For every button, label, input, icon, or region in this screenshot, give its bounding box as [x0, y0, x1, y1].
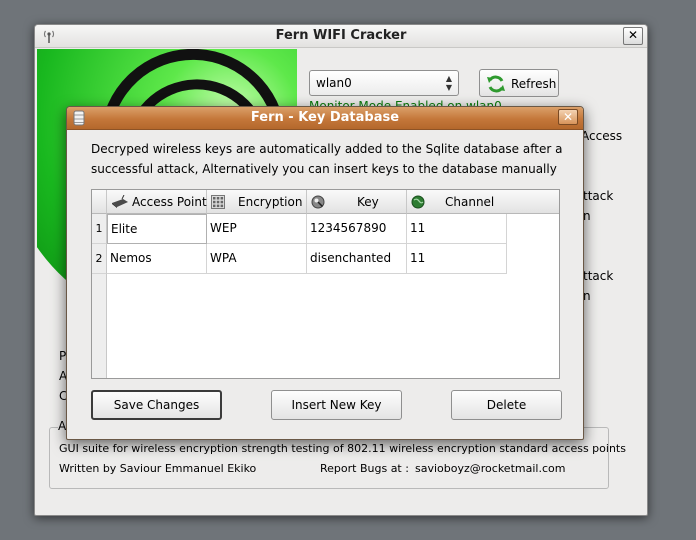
globe-icon	[411, 195, 425, 212]
about-author: Written by Saviour Emmanuel Ekiko	[59, 462, 257, 475]
cell-channel[interactable]: 11	[407, 244, 507, 274]
keys-table[interactable]: Access Point Encryption Key Channel 1 El…	[91, 189, 560, 379]
window-close-button[interactable]: ✕	[623, 27, 643, 45]
row-number[interactable]: 2	[92, 244, 107, 274]
report-bugs-label: Report Bugs at :	[320, 462, 409, 475]
wep-attack-label-partial: ttack	[583, 189, 614, 203]
wpa-attack-label-partial: ttack	[583, 269, 614, 283]
interface-select-value: wlan0	[316, 76, 352, 90]
table-corner[interactable]	[92, 190, 107, 214]
dialog-title: Fern - Key Database	[250, 110, 400, 125]
cell-key[interactable]: 1234567890	[307, 214, 407, 244]
header-filler	[506, 190, 559, 214]
delete-button[interactable]: Delete	[451, 390, 562, 420]
window-title: Fern WIFI Cracker	[275, 28, 407, 43]
column-header-label: Access Point	[132, 195, 207, 209]
column-header-key[interactable]: Key	[307, 190, 407, 214]
select-arrows-icon: ▲ ▼	[445, 74, 452, 92]
save-changes-button[interactable]: Save Changes	[91, 390, 222, 420]
column-header-label: Channel	[445, 195, 495, 209]
dialog-titlebar[interactable]: Fern - Key Database ✕	[67, 107, 583, 130]
about-groupbox-title-partial: A	[58, 419, 67, 433]
wpa-attack-sub-partial: n	[583, 289, 591, 303]
dialog-close-button[interactable]: ✕	[558, 109, 578, 125]
cell-access-point[interactable]: Nemos	[107, 244, 207, 274]
row-number[interactable]: 1	[92, 214, 107, 244]
keypad-icon	[211, 195, 225, 212]
refresh-icon	[486, 74, 506, 97]
column-header-channel[interactable]: Channel	[407, 190, 507, 214]
cell-encryption[interactable]: WPA	[207, 244, 307, 274]
refresh-button-label: Refresh	[511, 77, 557, 91]
key-icon	[311, 195, 325, 212]
insert-new-key-button[interactable]: Insert New Key	[271, 390, 402, 420]
row-header-filler	[92, 274, 107, 378]
wep-attack-sub-partial: n	[583, 209, 591, 223]
cell-channel[interactable]: 11	[407, 214, 507, 244]
key-database-dialog: Fern - Key Database ✕ Decryped wireless …	[66, 106, 584, 440]
access-point-label-partial: Access	[581, 129, 623, 143]
about-description: GUI suite for wireless encryption streng…	[59, 442, 626, 455]
cell-key[interactable]: disenchanted	[307, 244, 407, 274]
router-icon	[111, 194, 129, 212]
column-header-access-point[interactable]: Access Point	[107, 190, 207, 214]
column-header-label: Key	[357, 195, 379, 209]
interface-select[interactable]: wlan0 ▲ ▼	[309, 70, 459, 96]
report-bugs-email[interactable]: savioboyz@rocketmail.com	[415, 462, 565, 475]
main-titlebar[interactable]: Fern WIFI Cracker ✕	[35, 25, 647, 48]
cell-encryption[interactable]: WEP	[207, 214, 307, 244]
refresh-button[interactable]: Refresh	[479, 69, 559, 97]
column-header-label: Encryption	[238, 195, 303, 209]
column-header-encryption[interactable]: Encryption	[207, 190, 307, 214]
dialog-description: Decryped wireless keys are automatically…	[91, 142, 563, 176]
cell-access-point[interactable]: Elite	[107, 214, 207, 244]
